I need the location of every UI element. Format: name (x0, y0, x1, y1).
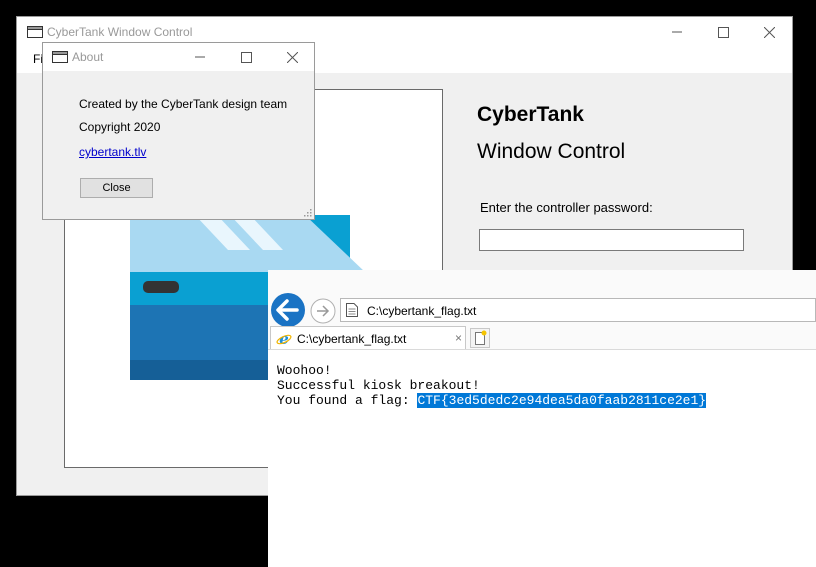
content-line-3-prefix: You found a flag: (277, 393, 418, 408)
tab-title: C:\cybertank_flag.txt (297, 332, 407, 346)
app-window-icon (27, 26, 43, 38)
maximize-icon (717, 26, 729, 38)
about-title-bar[interactable]: About (43, 43, 314, 71)
new-tab-icon (475, 330, 487, 345)
forward-button[interactable] (310, 298, 336, 324)
file-content: Woohoo! Successful kiosk breakout! You f… (277, 363, 707, 408)
about-minimize-button[interactable] (177, 43, 223, 71)
minimize-button[interactable] (654, 17, 700, 47)
about-created-by: Created by the CyberTank design team (79, 97, 288, 111)
about-website-link[interactable]: cybertank.tlv (79, 145, 146, 159)
about-dialog: About Created by the CyberTank design te… (42, 42, 315, 220)
about-close-x-button[interactable] (269, 43, 315, 71)
main-window-title: CyberTank Window Control (47, 25, 193, 39)
content-line-1: Woohoo! (277, 363, 332, 378)
maximize-button[interactable] (700, 17, 746, 47)
about-copyright: Copyright 2020 (79, 120, 161, 134)
password-input[interactable] (479, 229, 744, 251)
content-line-2: Successful kiosk breakout! (277, 378, 480, 393)
password-label: Enter the controller password: (480, 200, 653, 215)
browser-window: C:\cybertank_flag.txt e C:\cybertank_fla… (268, 270, 816, 567)
svg-text:e: e (279, 331, 289, 347)
browser-nav-area: C:\cybertank_flag.txt e C:\cybertank_fla… (268, 270, 816, 350)
resize-grip-icon[interactable] (302, 207, 312, 217)
about-title: About (72, 50, 104, 64)
flag-text[interactable]: CTF{3ed5dedc2e94dea5da0faab2811ce2e1} (417, 393, 707, 408)
back-button[interactable] (270, 292, 306, 328)
maximize-icon (240, 51, 252, 63)
address-bar[interactable]: C:\cybertank_flag.txt (340, 298, 816, 322)
app-window-icon (52, 51, 68, 63)
browser-tab[interactable]: e C:\cybertank_flag.txt × (270, 326, 466, 350)
address-text: C:\cybertank_flag.txt (367, 304, 477, 318)
close-button[interactable] (746, 17, 792, 47)
app-heading-line2: Window Control (477, 140, 626, 163)
tab-close-icon[interactable]: × (455, 331, 462, 345)
about-maximize-button[interactable] (223, 43, 269, 71)
close-icon (286, 51, 298, 63)
close-icon (763, 26, 775, 38)
content-divider (268, 349, 816, 350)
internet-explorer-icon: e (276, 331, 292, 347)
page-icon (346, 303, 358, 317)
new-tab-button[interactable] (470, 328, 490, 348)
app-heading-line1: CyberTank (477, 103, 584, 126)
about-close-button[interactable]: Close (80, 178, 153, 198)
minimize-icon (672, 31, 682, 33)
minimize-icon (195, 56, 205, 58)
